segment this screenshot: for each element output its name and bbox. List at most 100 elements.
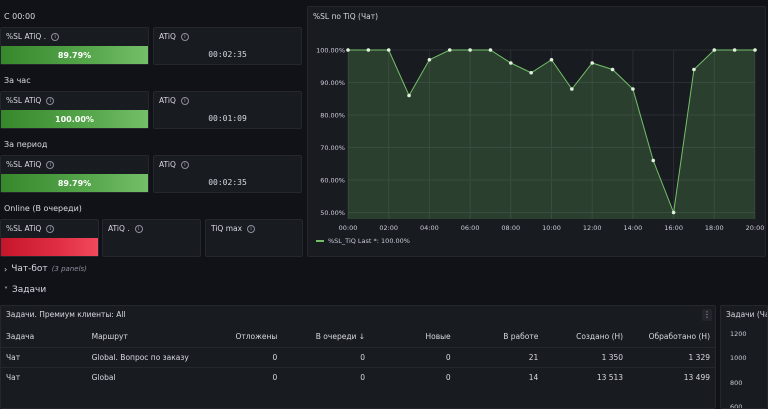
legend-entry: %SL_TiQ Last *: 100.00%	[328, 237, 410, 245]
line-chart[interactable]: 100.00% 90.00% 80.00% 70.00% 60.00% 50.00% 00:…	[308, 7, 767, 258]
cell-in-queue: 0	[282, 366, 371, 387]
panel-title: ATiQ	[159, 96, 176, 105]
data-point	[427, 57, 432, 62]
stat-panel-tiq-max[interactable]: TiQ max i	[205, 219, 303, 257]
column-header-in-queue[interactable]: В очереди ↓	[282, 327, 370, 347]
data-point	[671, 210, 676, 215]
stat-value-bar	[1, 238, 98, 256]
data-point	[488, 48, 493, 52]
x-tick-label: 10:00	[542, 224, 561, 232]
cell-route: Global	[86, 366, 197, 387]
chart-panel-sl-tiq[interactable]: %SL по TiQ (Чат) 100.00% 90.00% 80.00% 70.0…	[307, 6, 766, 257]
x-tick-label: 16:00	[664, 224, 683, 232]
data-point	[549, 57, 554, 62]
data-point	[610, 67, 615, 72]
data-point	[753, 48, 757, 52]
x-tick-label: 06:00	[461, 224, 480, 232]
series-area	[348, 50, 755, 219]
data-point	[509, 61, 513, 65]
info-icon[interactable]: i	[46, 96, 55, 105]
cell-new: 0	[370, 346, 456, 367]
row-title: Чат-бот	[11, 264, 48, 274]
panel-title: Задачи (Ча	[726, 310, 768, 319]
info-icon[interactable]: i	[247, 224, 256, 233]
y-tick-label: 1000	[730, 354, 747, 362]
column-header-postponed[interactable]: Отложены	[197, 327, 283, 347]
stat-panel-atiq-online[interactable]: ATiQ . i	[102, 219, 201, 257]
y-tick-label: 90.00%	[320, 79, 345, 87]
chevron-right-icon: ›	[4, 264, 8, 274]
panel-title: ATiQ	[159, 32, 176, 41]
stat-value: 00:01:09	[208, 114, 247, 123]
panel-title: %SL ATiQ	[6, 96, 42, 105]
cell-processed: 13 499	[628, 366, 715, 387]
data-point	[732, 48, 737, 52]
info-icon[interactable]: i	[134, 224, 143, 233]
table-row[interactable]: Чат Global. Вопрос по заказу 0 0 0 21 1 …	[1, 346, 715, 367]
cell-created: 1 350	[543, 346, 629, 367]
x-tick-label: 04:00	[420, 224, 439, 232]
stat-panel-sl-today[interactable]: %SL ATiQ . i 89.79%	[0, 27, 149, 65]
row-tasks[interactable]: ˅ Задачи	[4, 285, 46, 295]
cell-task: Чат	[1, 366, 87, 387]
info-icon[interactable]: i	[180, 96, 189, 105]
column-header-route[interactable]: Маршрут	[87, 327, 197, 347]
info-icon[interactable]: i	[46, 224, 55, 233]
tasks-table: Задача Маршрут Отложены В очереди ↓ Новы…	[1, 327, 715, 387]
data-point	[346, 48, 350, 52]
data-point	[407, 93, 411, 98]
cell-postponed: 0	[196, 346, 283, 367]
table-row[interactable]: Чат Global 0 0 0 14 13 513 13 499	[1, 366, 715, 387]
panel-title: TiQ max	[211, 224, 243, 233]
data-point	[590, 61, 594, 65]
section-label-since-midnight: С 00:00	[4, 12, 36, 21]
tasks-table-panel[interactable]: Задачи. Премиум клиенты: All ⋮ Задача Ма…	[0, 305, 716, 409]
row-chatbot[interactable]: › Чат-бот (3 panels)	[4, 264, 87, 274]
y-tick-label: 800	[730, 379, 743, 387]
data-point	[529, 70, 533, 75]
stat-panel-atiq-today[interactable]: ATiQ i 00:02:35	[153, 27, 302, 65]
panel-title: %SL ATiQ .	[6, 32, 47, 41]
stat-panel-atiq-hour[interactable]: ATiQ i 00:01:09	[153, 91, 302, 129]
stat-panel-sl-period[interactable]: %SL ATiQ i 89.79%	[0, 155, 149, 193]
cell-in-progress: 14	[455, 366, 544, 387]
cell-route: Global. Вопрос по заказу	[86, 346, 197, 367]
x-tick-label: 12:00	[583, 224, 602, 232]
legend-swatch	[316, 240, 324, 242]
info-icon[interactable]: i	[51, 32, 60, 41]
column-header-in-progress[interactable]: В работе	[456, 327, 544, 347]
column-header-created[interactable]: Создано (Н)	[543, 327, 628, 347]
panel-menu-icon[interactable]: ⋮	[702, 309, 712, 321]
column-header-new[interactable]: Новые	[370, 327, 456, 347]
y-tick-label: 600	[730, 403, 743, 409]
y-tick-label: 50.00%	[320, 209, 345, 217]
data-point	[468, 48, 472, 52]
y-tick-label: 70.00%	[320, 144, 345, 152]
stat-panel-atiq-period[interactable]: ATiQ i 00:02:35	[153, 155, 302, 193]
section-label-period: За период	[4, 140, 48, 149]
info-icon[interactable]: i	[180, 32, 189, 41]
info-icon[interactable]: i	[46, 160, 55, 169]
column-header-task[interactable]: Задача	[1, 327, 87, 347]
x-tick-label: 18:00	[705, 224, 724, 232]
cell-in-progress: 21	[455, 346, 544, 367]
y-tick-label: 100.00%	[316, 47, 345, 55]
data-point	[651, 158, 656, 163]
data-point	[386, 48, 391, 52]
cell-created: 13 513	[543, 366, 629, 387]
stat-value: 00:02:35	[208, 178, 247, 187]
stat-panel-sl-online[interactable]: %SL ATiQ i	[0, 219, 99, 257]
cell-processed: 1 329	[628, 346, 715, 367]
column-header-processed[interactable]: Обработано (Н)	[628, 327, 715, 347]
x-tick-label: 02:00	[379, 224, 398, 232]
stat-value: 100.00%	[1, 110, 148, 128]
info-icon[interactable]: i	[180, 160, 189, 169]
row-panel-count: (3 panels)	[51, 265, 87, 273]
stat-value: 89.79%	[1, 46, 148, 64]
table-header-row: Задача Маршрут Отложены В очереди ↓ Новы…	[1, 327, 715, 347]
tasks-chart-panel-partial[interactable]: Задачи (Ча 1200 1000 800 600	[720, 305, 768, 409]
panel-title: %SL ATiQ	[6, 224, 42, 233]
cell-task: Чат	[1, 346, 87, 367]
stat-panel-sl-hour[interactable]: %SL ATiQ i 100.00%	[0, 91, 149, 129]
cell-in-queue: 0	[282, 346, 371, 367]
